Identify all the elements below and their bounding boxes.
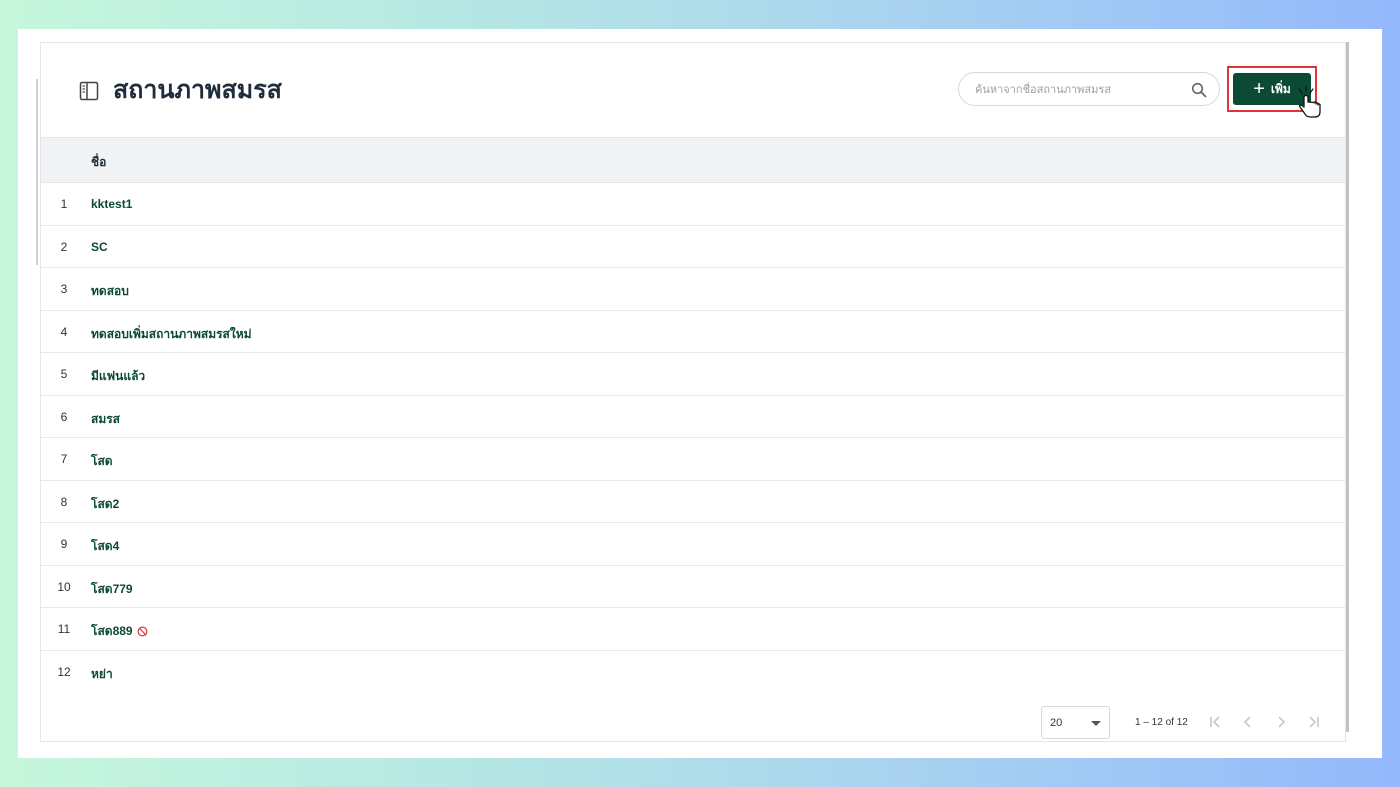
table-body: 1 kktest1 2 SC 3 ทดสอบ 4 ทดสอบเพิ่มสถานภ… <box>41 183 1345 693</box>
row-name-text: โสด4 <box>91 539 120 553</box>
row-number: 2 <box>60 239 68 254</box>
row-name-link[interactable]: มีแฟนแล้ว <box>91 367 145 386</box>
row-name-text: โสด889 <box>91 624 133 638</box>
table-row[interactable]: 9 โสด4 <box>41 523 1345 566</box>
row-number: 3 <box>60 282 68 296</box>
column-header-name[interactable]: ชื่อ <box>91 153 106 172</box>
table-row[interactable]: 4 ทดสอบเพิ่มสถานภาพสมรสใหม่ <box>41 311 1345 353</box>
table-row[interactable]: 12 หย่า <box>41 651 1345 694</box>
pagination-range: 1 – 12 of 12 <box>1135 717 1188 728</box>
search-icon[interactable] <box>1191 82 1207 98</box>
row-number: 4 <box>60 324 68 339</box>
table-row[interactable]: 5 มีแฟนแล้ว <box>41 353 1345 396</box>
previous-page-icon[interactable] <box>1240 714 1256 730</box>
page-title: สถานภาพสมรส <box>113 76 282 104</box>
search-box[interactable] <box>958 72 1220 106</box>
row-number: 12 <box>57 664 71 679</box>
row-name-link[interactable]: ทดสอบเพิ่มสถานภาพสมรสใหม่ <box>91 325 252 344</box>
next-page-icon[interactable] <box>1273 714 1289 730</box>
disabled-icon <box>137 626 148 637</box>
row-name-link[interactable]: โสด <box>91 452 113 471</box>
row-name-link[interactable]: โสด2 <box>91 495 119 514</box>
row-number: 1 <box>60 197 68 211</box>
chevron-down-icon <box>1091 721 1101 726</box>
table-row[interactable]: 8 โสด2 <box>41 481 1345 523</box>
row-name-text: สมรส <box>91 411 121 426</box>
row-name-link[interactable]: สมรส <box>91 410 120 429</box>
sidebar-toggle-icon[interactable] <box>79 81 99 101</box>
marital-status-panel: สถานภาพสมรส + เพิ่ม <box>40 42 1346 742</box>
page-header: สถานภาพสมรส + เพิ่ม <box>41 43 1345 137</box>
table-row[interactable]: 6 สมรส <box>41 396 1345 438</box>
first-page-icon[interactable] <box>1207 714 1223 730</box>
row-number: 6 <box>60 409 68 424</box>
table-row[interactable]: 1 kktest1 <box>41 183 1345 226</box>
table-row[interactable]: 2 SC <box>41 226 1345 268</box>
hand-cursor-icon <box>1295 85 1325 119</box>
table-row[interactable]: 11 โสด889 <box>41 608 1345 651</box>
row-number: 10 <box>57 579 71 594</box>
row-name-text: ทดสอบ <box>91 284 129 298</box>
row-name-link[interactable]: โสด889 <box>91 622 148 641</box>
row-name-text: โสด779 <box>91 581 133 596</box>
row-number: 7 <box>60 452 68 466</box>
content-frame: สถานภาพสมรส + เพิ่ม <box>18 29 1382 758</box>
row-name-link[interactable]: โสด779 <box>91 580 133 599</box>
plus-icon: + <box>1253 78 1265 100</box>
row-name-text: kktest1 <box>91 197 133 211</box>
table-row[interactable]: 7 โสด <box>41 438 1345 481</box>
table-row[interactable]: 10 โสด779 <box>41 566 1345 608</box>
row-name-text: หย่า <box>91 666 113 681</box>
row-name-link[interactable]: หย่า <box>91 665 113 684</box>
row-name-text: โสด2 <box>91 496 120 511</box>
page-size-select[interactable]: 20 <box>1041 706 1110 739</box>
add-button-label: เพิ่ม <box>1270 81 1291 96</box>
row-name-text: SC <box>91 239 108 254</box>
row-number: 5 <box>60 367 68 381</box>
table-header: ชื่อ <box>41 137 1345 183</box>
scrollbar[interactable] <box>1346 42 1349 732</box>
marital-status-table: ชื่อ 1 kktest1 2 SC 3 ทดสอบ 4 ทดสอบเพิ่ม… <box>41 137 1345 693</box>
row-name-link[interactable]: SC <box>91 240 108 254</box>
row-name-link[interactable]: ทดสอบ <box>91 282 129 301</box>
row-name-link[interactable]: โสด4 <box>91 537 119 556</box>
row-number: 9 <box>60 537 68 551</box>
row-number: 11 <box>57 622 71 636</box>
pagination-bar: 20 1 – 12 of 12 <box>41 703 1345 741</box>
row-name-text: โสด <box>91 454 113 468</box>
row-number: 8 <box>60 494 68 509</box>
scroll-indicator-left <box>36 79 38 265</box>
row-name-link[interactable]: kktest1 <box>91 197 132 211</box>
row-name-text: ทดสอบเพิ่มสถานภาพสมรสใหม่ <box>91 326 252 341</box>
row-name-text: มีแฟนแล้ว <box>91 369 146 383</box>
table-row[interactable]: 3 ทดสอบ <box>41 268 1345 311</box>
page-size-value: 20 <box>1050 717 1063 729</box>
search-input[interactable] <box>973 79 1182 101</box>
last-page-icon[interactable] <box>1306 714 1322 730</box>
